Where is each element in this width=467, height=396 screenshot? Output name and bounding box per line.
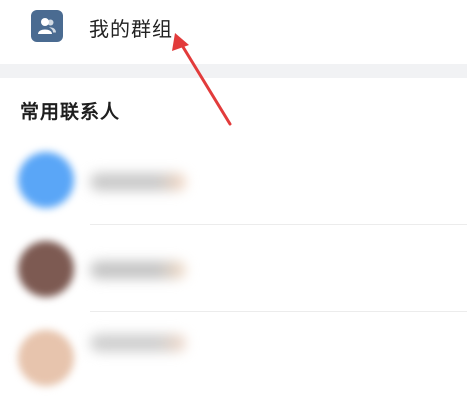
contact-name-blurred: [90, 173, 186, 191]
section-divider: [0, 64, 467, 78]
frequent-contacts-title: 常用联系人: [20, 101, 121, 123]
avatar: [18, 330, 74, 386]
avatar: [18, 241, 74, 297]
contact-item[interactable]: [0, 140, 467, 225]
avatar: [18, 152, 74, 208]
group-icon: [31, 10, 63, 42]
my-groups-label: 我的群组: [89, 17, 173, 41]
contact-name-blurred: [90, 334, 186, 352]
contact-item[interactable]: [0, 312, 467, 396]
my-groups-row[interactable]: 我的群组: [0, 0, 467, 62]
contact-item[interactable]: [0, 225, 467, 312]
contact-name-blurred: [90, 261, 186, 279]
